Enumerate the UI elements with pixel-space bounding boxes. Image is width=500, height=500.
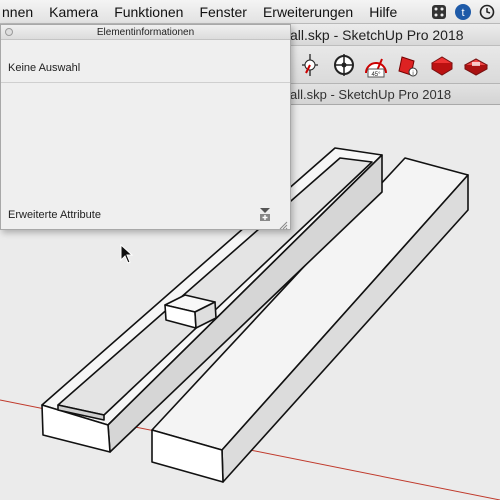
resize-grip-icon[interactable] — [278, 217, 288, 230]
menu-fenster[interactable]: Fenster — [191, 0, 254, 24]
model-info-icon[interactable]: i — [394, 51, 422, 79]
entity-info-title: Elementinformationen — [96, 27, 195, 38]
extension-warehouse-icon[interactable] — [462, 51, 490, 79]
entity-info-title-bar[interactable]: Elementinformationen — [1, 25, 290, 40]
menu-timer-icon[interactable] — [478, 3, 496, 21]
section-plane-tool-icon[interactable] — [330, 51, 358, 79]
panel-divider — [1, 82, 290, 83]
mouse-pointer-icon — [120, 243, 134, 264]
window-title: all.skp - SketchUp Pro 2018 — [290, 27, 464, 43]
svg-text:t: t — [461, 7, 464, 19]
menu-translate-icon[interactable]: t — [454, 3, 472, 21]
entity-info-panel: Elementinformationen Keine Auswahl Erwei… — [0, 24, 291, 230]
warehouse-tool-icon[interactable] — [428, 51, 456, 79]
menu-erweiterungen[interactable]: Erweiterungen — [255, 0, 361, 24]
menu-zeichnen[interactable]: nnen — [0, 0, 41, 24]
menu-grid-icon[interactable] — [430, 3, 448, 21]
expand-toggle-icon[interactable] — [259, 207, 271, 221]
tape-measure-tool-icon[interactable] — [296, 51, 324, 79]
menu-bar: nnen Kamera Funktionen Fenster Erweiteru… — [0, 0, 500, 24]
advanced-attributes-label: Erweiterte Attribute — [8, 209, 101, 221]
protractor-tool-icon[interactable]: 45° — [362, 51, 390, 79]
menu-funktionen[interactable]: Funktionen — [106, 0, 191, 24]
svg-text:i: i — [412, 71, 413, 77]
selection-status: Keine Auswahl — [8, 62, 81, 74]
menu-status-icons: t — [430, 0, 500, 24]
document-title: all.skp - SketchUp Pro 2018 — [290, 87, 452, 102]
panel-close-icon[interactable] — [5, 28, 13, 36]
menu-kamera[interactable]: Kamera — [41, 0, 106, 24]
svg-text:45°: 45° — [371, 72, 381, 78]
menu-hilfe[interactable]: Hilfe — [361, 0, 405, 24]
